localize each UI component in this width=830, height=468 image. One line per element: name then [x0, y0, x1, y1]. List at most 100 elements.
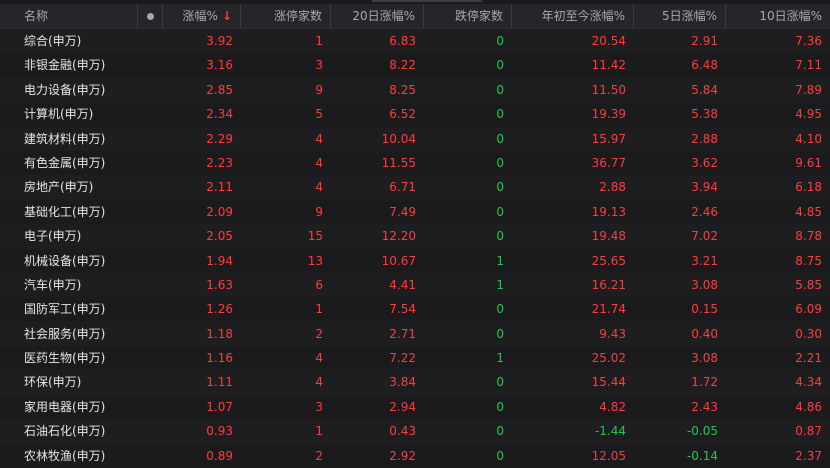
change-pct-cell: 1.94: [206, 253, 233, 268]
marker-cell: [138, 273, 163, 297]
limit-up-cell: 6: [315, 277, 323, 292]
table-row[interactable]: 计算机(申万) 2.34 5 6.52 0 19.39 5.38 4.95: [0, 102, 830, 127]
col-header-limit-down[interactable]: 跌停家数: [424, 4, 512, 28]
change-pct-cell: 2.85: [206, 82, 233, 97]
table-row[interactable]: 有色金属(申万) 2.23 4 11.55 0 36.77 3.62 9.61: [0, 150, 830, 176]
dot-icon: [146, 13, 154, 20]
ytd-cell: 21.74: [591, 302, 626, 317]
sector-name-cell: 电力设备(申万): [24, 82, 106, 97]
change-20d-cell: 6.83: [389, 34, 416, 48]
change-pct-cell: 1.16: [206, 351, 233, 366]
marker-cell: [138, 346, 163, 370]
table-row[interactable]: 非银金融(申万) 3.16 3 8.22 0 11.42 6.48 7.11: [0, 53, 830, 78]
table-row[interactable]: 国防军工(申万) 1.26 1 7.54 0 21.74 0.15 6.09: [0, 297, 830, 322]
sort-desc-icon: ↓: [221, 9, 232, 23]
marker-cell: [138, 249, 163, 273]
sector-name-cell: 基础化工(申万): [24, 204, 106, 219]
table-row[interactable]: 社会服务(申万) 1.18 2 2.71 0 9.43 0.40 0.30: [0, 321, 830, 347]
col-header-change-5d[interactable]: 5日涨幅%: [634, 4, 726, 28]
col-header-ytd[interactable]: 年初至今涨幅%: [512, 4, 634, 28]
marker-cell: [138, 53, 163, 77]
table-row[interactable]: 电子(申万) 2.05 15 12.20 0 19.48 7.02 8.78: [0, 224, 830, 249]
table-row[interactable]: 电力设备(申万) 2.85 9 8.25 0 11.50 5.84 7.89: [0, 77, 830, 103]
table-body: 综合(申万) 3.92 1 6.83 0 20.54 2.91 7.36 非银金融(申万) 3.1…: [0, 29, 830, 468]
ytd-cell: -1.44: [594, 424, 626, 439]
limit-up-cell: 4: [315, 375, 323, 390]
table-row[interactable]: 房地产(申万) 2.11 4 6.71 0 2.88 3.94 6.18: [0, 175, 830, 200]
change-5d-cell: 3.62: [691, 155, 718, 170]
sector-name-cell: 计算机(申万): [24, 107, 94, 122]
change-5d-cell: 7.02: [691, 229, 718, 244]
sector-name-cell: 房地产(申万): [24, 180, 94, 195]
limit-down-cell: 0: [496, 424, 504, 439]
change-20d-cell: 10.67: [381, 253, 416, 268]
limit-up-cell: 5: [315, 107, 323, 122]
change-20d-cell: 7.49: [389, 204, 416, 219]
marker-cell: [138, 370, 163, 394]
sector-name-cell: 综合(申万): [24, 34, 82, 48]
col-header-change-pct[interactable]: 涨幅% ↓: [163, 4, 241, 28]
change-pct-cell: 0.89: [206, 448, 233, 463]
limit-down-cell: 1: [496, 253, 504, 268]
marker-cell: [138, 322, 163, 346]
col-header-marker[interactable]: [138, 4, 163, 28]
change-5d-cell: -0.05: [686, 424, 718, 439]
change-5d-cell: -0.14: [686, 448, 718, 463]
table-row[interactable]: 汽车(申万) 1.63 6 4.41 1 16.21 3.08 5.85: [0, 272, 830, 298]
sector-table: 名称 涨幅% ↓ 涨停家数 20日涨幅% 跌停家数 年初至今涨幅% 5日涨幅% 1…: [0, 4, 830, 468]
change-20d-cell: 7.54: [389, 302, 416, 317]
limit-down-cell: 0: [496, 82, 504, 97]
table-row[interactable]: 医药生物(申万) 1.16 4 7.22 1 25.02 3.08 2.21: [0, 346, 830, 371]
change-20d-cell: 7.22: [389, 351, 416, 366]
col-header-name[interactable]: 名称: [0, 4, 138, 28]
ytd-cell: 12.05: [591, 448, 626, 463]
change-10d-cell: 7.89: [795, 82, 822, 97]
scroll-indicator: [372, 0, 482, 2]
limit-up-cell: 13: [307, 253, 323, 268]
marker-cell: [138, 200, 163, 224]
limit-down-cell: 0: [496, 58, 504, 73]
change-5d-cell: 3.08: [691, 277, 718, 292]
change-5d-cell: 5.84: [691, 82, 718, 97]
ytd-cell: 11.42: [591, 58, 626, 73]
change-10d-cell: 7.11: [795, 58, 822, 73]
table-row[interactable]: 基础化工(申万) 2.09 9 7.49 0 19.13 2.46 4.85: [0, 199, 830, 225]
ytd-cell: 2.88: [599, 180, 626, 195]
ytd-cell: 19.48: [591, 229, 626, 244]
col-header-change-20d[interactable]: 20日涨幅%: [331, 4, 424, 28]
limit-up-cell: 2: [315, 326, 323, 341]
table-row[interactable]: 家用电器(申万) 1.07 3 2.94 0 4.82 2.43 4.86: [0, 394, 830, 420]
change-10d-cell: 6.18: [795, 180, 822, 195]
change-5d-cell: 1.72: [691, 375, 718, 390]
limit-down-cell: 0: [496, 180, 504, 195]
table-row[interactable]: 石油石化(申万) 0.93 1 0.43 0 -1.44 -0.05 0.87: [0, 419, 830, 444]
change-pct-cell: 1.26: [206, 302, 233, 317]
limit-up-cell: 15: [307, 229, 323, 244]
marker-cell: [138, 224, 163, 248]
table-row[interactable]: 农林牧渔(申万) 0.89 2 2.92 0 12.05 -0.14 2.37: [0, 443, 830, 468]
limit-up-cell: 4: [315, 155, 323, 170]
ytd-cell: 16.21: [591, 277, 626, 292]
sector-name-cell: 家用电器(申万): [24, 399, 106, 414]
change-20d-cell: 2.94: [389, 399, 416, 414]
limit-up-cell: 3: [315, 58, 323, 73]
table-row[interactable]: 建筑材料(申万) 2.29 4 10.04 0 15.97 2.88 4.10: [0, 126, 830, 151]
limit-up-cell: 9: [315, 82, 323, 97]
change-10d-cell: 0.30: [795, 326, 822, 341]
change-20d-cell: 6.52: [389, 107, 416, 122]
col-header-limit-up[interactable]: 涨停家数: [241, 4, 331, 28]
col-header-change-10d[interactable]: 10日涨幅%: [726, 4, 830, 28]
ytd-cell: 9.43: [599, 326, 626, 341]
change-5d-cell: 3.94: [691, 180, 718, 195]
change-pct-cell: 3.92: [206, 34, 233, 48]
change-20d-cell: 2.71: [389, 326, 416, 341]
sector-name-cell: 石油石化(申万): [24, 424, 106, 439]
change-5d-cell: 6.48: [691, 58, 718, 73]
table-row[interactable]: 机械设备(申万) 1.94 13 10.67 1 25.65 3.21 8.75: [0, 248, 830, 273]
table-row[interactable]: 综合(申万) 3.92 1 6.83 0 20.54 2.91 7.36: [0, 29, 830, 54]
limit-up-cell: 4: [315, 351, 323, 366]
change-10d-cell: 2.37: [795, 448, 822, 463]
change-pct-cell: 3.16: [206, 58, 233, 73]
table-row[interactable]: 环保(申万) 1.11 4 3.84 0 15.44 1.72 4.34: [0, 370, 830, 395]
marker-cell: [138, 102, 163, 126]
